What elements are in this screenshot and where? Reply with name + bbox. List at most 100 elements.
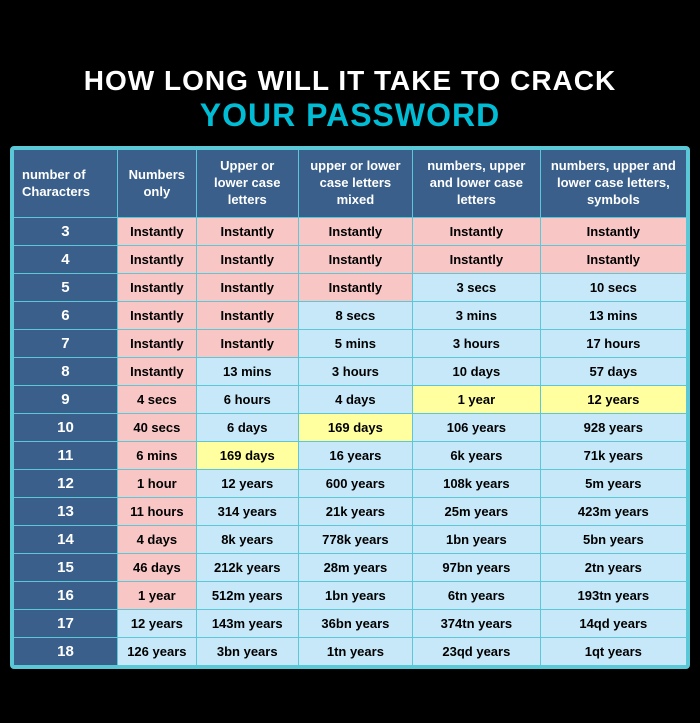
table-row: 7InstantlyInstantly5 mins3 hours17 hours <box>14 330 687 358</box>
cell-chars: 17 <box>14 610 118 638</box>
cell-chars: 5 <box>14 274 118 302</box>
cell-mixed: 600 years <box>298 470 412 498</box>
cell-chars: 4 <box>14 246 118 274</box>
table-row: 5InstantlyInstantlyInstantly3 secs10 sec… <box>14 274 687 302</box>
cell-upper: 512m years <box>196 582 298 610</box>
cell-all: 13 mins <box>540 302 686 330</box>
table-row: 161 year512m years1bn years6tn years193t… <box>14 582 687 610</box>
cell-numul: 6tn years <box>413 582 541 610</box>
cell-mixed: 8 secs <box>298 302 412 330</box>
cell-numul: 23qd years <box>413 638 541 666</box>
cell-upper: Instantly <box>196 330 298 358</box>
cell-num: Instantly <box>117 358 196 386</box>
table-row: 1546 days212k years28m years97bn years2t… <box>14 554 687 582</box>
header-numbers: Numbers only <box>117 150 196 218</box>
cell-numul: 25m years <box>413 498 541 526</box>
cell-all: 57 days <box>540 358 686 386</box>
table-row: 94 secs6 hours4 days1 year12 years <box>14 386 687 414</box>
password-table: number of Characters Numbers only Upper … <box>13 149 687 666</box>
cell-chars: 10 <box>14 414 118 442</box>
cell-num: Instantly <box>117 274 196 302</box>
cell-chars: 9 <box>14 386 118 414</box>
cell-all: 10 secs <box>540 274 686 302</box>
cell-mixed: 169 days <box>298 414 412 442</box>
cell-all: Instantly <box>540 246 686 274</box>
table-body: 3InstantlyInstantlyInstantlyInstantlyIns… <box>14 218 687 666</box>
cell-all: 928 years <box>540 414 686 442</box>
table-row: 1040 secs6 days169 days106 years928 year… <box>14 414 687 442</box>
cell-chars: 12 <box>14 470 118 498</box>
cell-chars: 13 <box>14 498 118 526</box>
cell-mixed: 778k years <box>298 526 412 554</box>
cell-chars: 7 <box>14 330 118 358</box>
cell-num: Instantly <box>117 330 196 358</box>
header-mixed: upper or lower case letters mixed <box>298 150 412 218</box>
cell-mixed: 1bn years <box>298 582 412 610</box>
header-upper: Upper or lower case letters <box>196 150 298 218</box>
cell-upper: 169 days <box>196 442 298 470</box>
cell-upper: 6 hours <box>196 386 298 414</box>
cell-all: Instantly <box>540 218 686 246</box>
cell-chars: 11 <box>14 442 118 470</box>
cell-mixed: Instantly <box>298 218 412 246</box>
table-row: 121 hour12 years600 years108k years5m ye… <box>14 470 687 498</box>
cell-numul: 3 secs <box>413 274 541 302</box>
table-row: 6InstantlyInstantly8 secs3 mins13 mins <box>14 302 687 330</box>
cell-numul: 97bn years <box>413 554 541 582</box>
title-line2: YOUR PASSWORD <box>20 97 680 134</box>
cell-chars: 18 <box>14 638 118 666</box>
cell-num: Instantly <box>117 302 196 330</box>
cell-num: 126 years <box>117 638 196 666</box>
table-row: 8Instantly13 mins3 hours10 days57 days <box>14 358 687 386</box>
cell-chars: 16 <box>14 582 118 610</box>
cell-numul: 374tn years <box>413 610 541 638</box>
table-header-row: number of Characters Numbers only Upper … <box>14 150 687 218</box>
cell-numul: 10 days <box>413 358 541 386</box>
cell-mixed: 3 hours <box>298 358 412 386</box>
table-row: 18126 years3bn years1tn years23qd years1… <box>14 638 687 666</box>
cell-mixed: 1tn years <box>298 638 412 666</box>
cell-all: 1qt years <box>540 638 686 666</box>
cell-numul: 3 mins <box>413 302 541 330</box>
cell-num: 4 secs <box>117 386 196 414</box>
cell-upper: 13 mins <box>196 358 298 386</box>
cell-num: Instantly <box>117 218 196 246</box>
cell-num: Instantly <box>117 246 196 274</box>
cell-all: 14qd years <box>540 610 686 638</box>
cell-mixed: 4 days <box>298 386 412 414</box>
cell-upper: 3bn years <box>196 638 298 666</box>
cell-mixed: 16 years <box>298 442 412 470</box>
cell-mixed: 21k years <box>298 498 412 526</box>
cell-chars: 3 <box>14 218 118 246</box>
cell-mixed: 5 mins <box>298 330 412 358</box>
cell-chars: 14 <box>14 526 118 554</box>
title-line1: HOW LONG WILL IT TAKE TO CRACK <box>20 64 680 98</box>
title-section: HOW LONG WILL IT TAKE TO CRACK YOUR PASS… <box>10 49 690 147</box>
cell-num: 11 hours <box>117 498 196 526</box>
cell-all: 17 hours <box>540 330 686 358</box>
cell-numul: Instantly <box>413 246 541 274</box>
cell-mixed: 28m years <box>298 554 412 582</box>
cell-upper: 143m years <box>196 610 298 638</box>
cell-mixed: Instantly <box>298 246 412 274</box>
cell-numul: 3 hours <box>413 330 541 358</box>
cell-all: 5bn years <box>540 526 686 554</box>
cell-all: 423m years <box>540 498 686 526</box>
table-row: 4InstantlyInstantlyInstantlyInstantlyIns… <box>14 246 687 274</box>
cell-chars: 15 <box>14 554 118 582</box>
table-row: 1712 years143m years36bn years374tn year… <box>14 610 687 638</box>
cell-upper: 212k years <box>196 554 298 582</box>
cell-num: 6 mins <box>117 442 196 470</box>
cell-num: 1 hour <box>117 470 196 498</box>
cell-numul: 1 year <box>413 386 541 414</box>
cell-upper: Instantly <box>196 218 298 246</box>
cell-all: 2tn years <box>540 554 686 582</box>
main-container: HOW LONG WILL IT TAKE TO CRACK YOUR PASS… <box>0 39 700 684</box>
header-all: numbers, upper and lower case letters, s… <box>540 150 686 218</box>
cell-upper: 8k years <box>196 526 298 554</box>
table-wrapper: number of Characters Numbers only Upper … <box>10 146 690 669</box>
cell-upper: 6 days <box>196 414 298 442</box>
cell-all: 5m years <box>540 470 686 498</box>
table-row: 144 days8k years778k years1bn years5bn y… <box>14 526 687 554</box>
cell-mixed: 36bn years <box>298 610 412 638</box>
